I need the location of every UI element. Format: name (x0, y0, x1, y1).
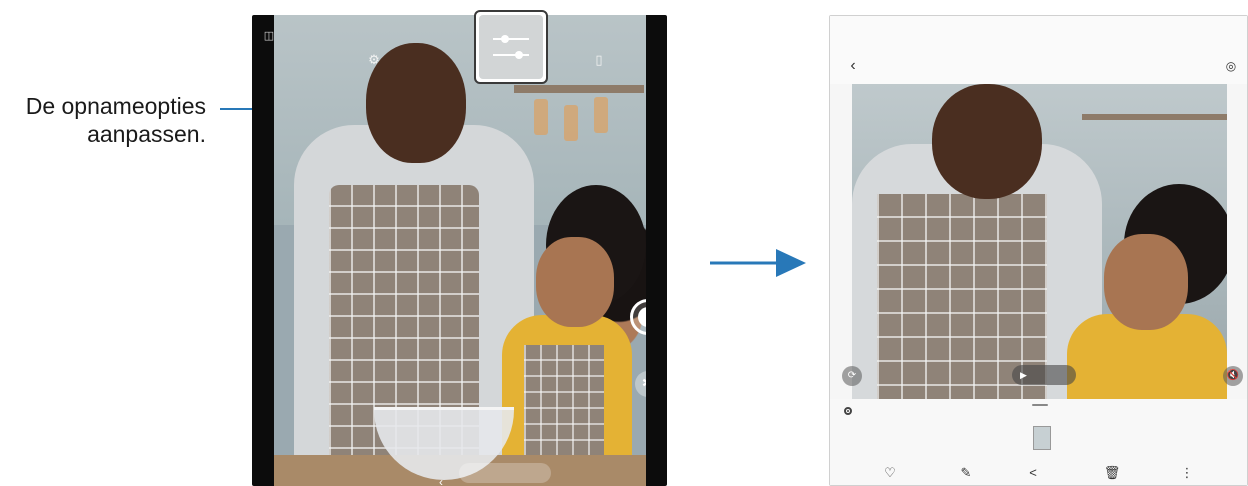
camera-viewfinder[interactable]: ⚙ ▯ ✱ ‹ (274, 15, 646, 486)
kitchen-jar (564, 105, 578, 141)
man-head (932, 84, 1042, 199)
rotate-icon[interactable]: ⟳ (842, 366, 862, 386)
back-icon[interactable]: ‹ (844, 58, 862, 76)
settings-icon[interactable]: ⚙ (366, 53, 382, 69)
capture-mode-indicator (844, 407, 852, 415)
mute-icon[interactable]: 🔇 (1223, 366, 1243, 386)
pencil-icon[interactable]: ✎ (956, 463, 976, 483)
play-icon: ▶ (1020, 370, 1027, 380)
child-face (536, 237, 614, 327)
gallery-screen: ‹ ◎ ⟳ ▶ 🔇 ♡ ✎ < 🗑 ⋮ (829, 15, 1248, 486)
callout-label: De opnameopties aanpassen. (26, 92, 206, 148)
navigation-bar (459, 463, 551, 483)
trash-icon[interactable]: 🗑 (1102, 463, 1122, 483)
gallery-top-bar: ‹ ◎ (830, 16, 1247, 84)
shooting-options-button[interactable] (479, 15, 543, 79)
shutter-icon (638, 307, 646, 327)
kitchen-shelf (1082, 114, 1227, 120)
transition-arrow-icon (710, 249, 806, 277)
child-face (1104, 234, 1188, 330)
drag-handle[interactable] (1032, 404, 1048, 406)
heart-icon[interactable]: ♡ (880, 463, 900, 483)
play-button[interactable]: ▶ (1012, 365, 1076, 385)
kitchen-jar (594, 97, 608, 133)
photo-preview[interactable] (852, 84, 1227, 399)
kitchen-shelf (514, 85, 644, 93)
shutter-button[interactable] (630, 299, 646, 335)
remaster-icon[interactable]: ◎ (1222, 58, 1240, 76)
layout-icon[interactable]: ◫ (261, 29, 277, 45)
share-icon[interactable]: < (1023, 463, 1043, 483)
gallery-bottom-panel: ♡ ✎ < 🗑 ⋮ (830, 399, 1247, 485)
camera-screen: ⚙ ▯ ✱ ‹ ◫ (252, 15, 667, 486)
back-icon[interactable]: ‹ (439, 475, 443, 486)
gallery-toolbar: ♡ ✎ < 🗑 ⋮ (830, 463, 1247, 483)
thumbnail-image[interactable] (1033, 426, 1051, 450)
capture-mode-icon (844, 407, 852, 415)
effects-icon[interactable]: ✱ (635, 371, 646, 397)
callout-line-1: De opnameopties (25, 93, 206, 119)
more-icon[interactable]: ⋮ (1177, 463, 1197, 483)
aspect-ratio-icon[interactable]: ▯ (591, 53, 607, 69)
callout-line-2: aanpassen. (87, 121, 206, 147)
kitchen-jar (534, 99, 548, 135)
sliders-icon (493, 35, 529, 59)
options-zoom-callout (474, 10, 548, 84)
